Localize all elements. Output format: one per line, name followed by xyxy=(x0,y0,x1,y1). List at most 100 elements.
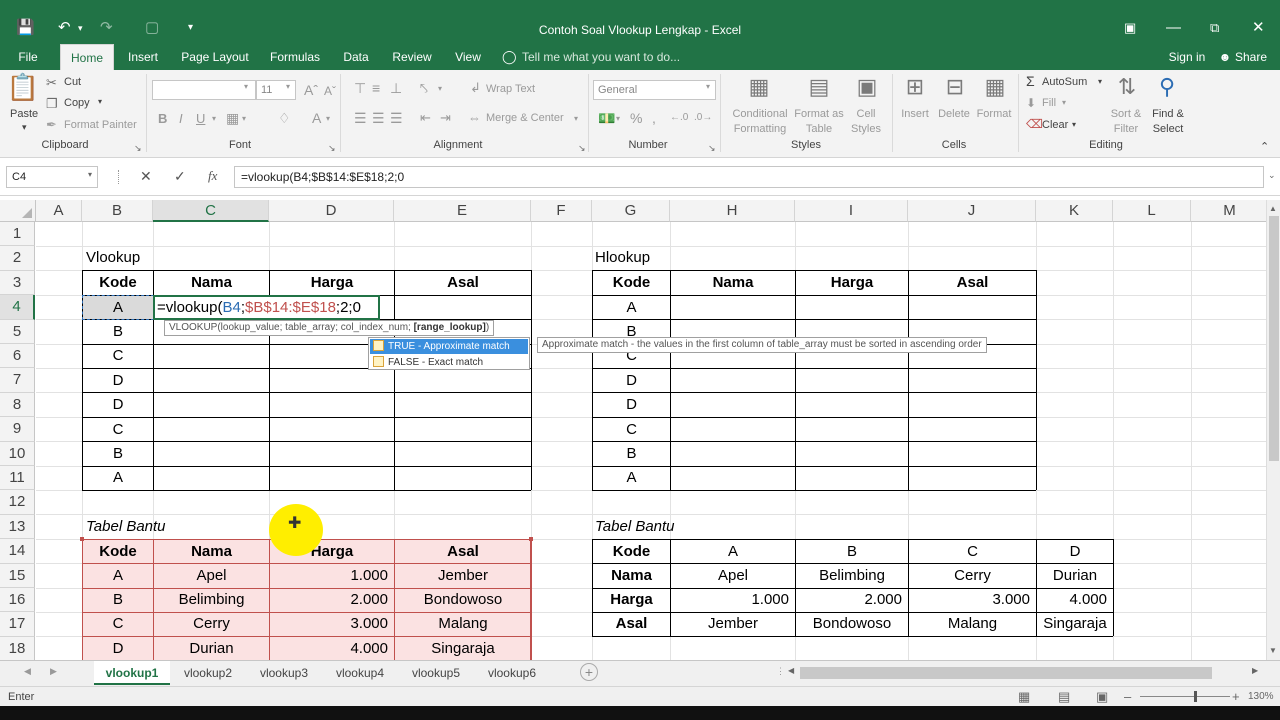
tabel-bantu-v-cell[interactable]: Singaraja xyxy=(395,637,531,660)
delete-cells-icon[interactable]: ⊟ xyxy=(938,74,972,100)
row-header[interactable]: 5 xyxy=(0,319,35,344)
column-header-b[interactable]: B xyxy=(82,200,153,222)
tabel-bantu-v-cell[interactable]: Jember xyxy=(395,564,531,588)
cell-styles-label-2[interactable]: Styles xyxy=(846,123,886,135)
hscroll-split-icon[interactable]: ⋮ xyxy=(776,666,785,677)
cut-icon[interactable]: ✂ xyxy=(46,75,57,91)
vlookup-code-cell[interactable]: C xyxy=(83,418,153,442)
row-header[interactable]: 14 xyxy=(0,539,35,564)
vlookup-code-cell[interactable]: B xyxy=(83,320,153,344)
copy-icon[interactable]: ❐ xyxy=(46,96,58,112)
conditional-formatting-icon[interactable]: ▦ xyxy=(742,74,776,100)
column-header-a[interactable]: A xyxy=(36,200,82,222)
tabel-bantu-v-cell[interactable]: B xyxy=(83,588,153,612)
row-header[interactable]: 8 xyxy=(0,392,35,418)
format-painter-button[interactable]: Format Painter xyxy=(64,119,137,131)
sheet-tab-vlookup4[interactable]: vlookup4 xyxy=(322,661,398,685)
share-button[interactable]: Share xyxy=(1234,44,1268,70)
row-header[interactable]: 13 xyxy=(0,514,35,540)
tabel-bantu-h-cell[interactable]: Malang xyxy=(909,612,1036,636)
fill-dropdown-icon[interactable]: ▾ xyxy=(1062,98,1066,107)
decrease-decimal-icon[interactable]: .0→ xyxy=(694,112,712,123)
increase-decimal-icon[interactable]: ←.0 xyxy=(670,112,688,123)
clear-icon[interactable]: ⌫ xyxy=(1026,117,1043,131)
cut-button[interactable]: Cut xyxy=(64,76,81,88)
format-as-table-label-1[interactable]: Format as xyxy=(792,108,846,120)
find-select-label-1[interactable]: Find & xyxy=(1146,108,1190,120)
zoom-slider-thumb[interactable] xyxy=(1194,691,1197,702)
align-left-icon[interactable]: ☰ xyxy=(354,110,367,127)
autosum-button[interactable]: AutoSum xyxy=(1042,76,1087,88)
minimize-icon[interactable]: — xyxy=(1166,18,1181,38)
tabel-bantu-v-cell[interactable]: 1.000 xyxy=(270,564,394,588)
find-select-label-2[interactable]: Select xyxy=(1146,123,1190,135)
tabel-bantu-h-cell[interactable]: 2.000 xyxy=(796,588,908,612)
hlookup-code-cell[interactable]: A xyxy=(593,296,670,320)
insert-cells-icon[interactable]: ⊞ xyxy=(898,74,932,100)
fill-button[interactable]: Fill xyxy=(1042,97,1056,109)
copy-button[interactable]: Copy xyxy=(64,97,90,109)
sheet-tab-vlookup2[interactable]: vlookup2 xyxy=(170,661,246,685)
clipboard-launcher-icon[interactable]: ↘ xyxy=(134,140,142,156)
font-launcher-icon[interactable]: ↘ xyxy=(328,140,336,156)
scroll-left-icon[interactable]: ◀ xyxy=(788,666,794,675)
conditional-formatting-label-1[interactable]: Conditional xyxy=(730,108,790,120)
tab-file[interactable]: File xyxy=(8,44,48,70)
vlookup-code-cell[interactable]: A xyxy=(83,296,153,320)
row-header[interactable]: 10 xyxy=(0,441,35,466)
tab-insert[interactable]: Insert xyxy=(122,44,164,70)
vlookup-code-cell[interactable]: D xyxy=(83,393,153,417)
column-header-l[interactable]: L xyxy=(1113,200,1191,222)
tabel-bantu-v-cell[interactable]: 3.000 xyxy=(270,612,394,636)
orientation-dropdown-icon[interactable]: ▾ xyxy=(438,84,442,93)
tabel-bantu-h-cell[interactable]: C xyxy=(909,540,1036,564)
font-color-icon[interactable]: A xyxy=(312,110,321,126)
number-format-combo[interactable]: General xyxy=(593,80,716,100)
number-launcher-icon[interactable]: ↘ xyxy=(708,140,716,156)
align-top-icon[interactable]: ⊤ xyxy=(354,80,366,97)
merge-center-icon[interactable]: ⇔ xyxy=(468,110,481,125)
column-header-f[interactable]: F xyxy=(531,200,592,222)
worksheet-grid[interactable]: A B C D E F G H I J K L M 1 2 3 4 5 6 7 … xyxy=(0,200,1280,660)
sheet-tab-vlookup5[interactable]: vlookup5 xyxy=(398,661,474,685)
scroll-thumb[interactable] xyxy=(1269,216,1279,461)
row-header[interactable]: 7 xyxy=(0,368,35,393)
insert-cells-button[interactable]: Insert xyxy=(896,108,934,120)
tabel-bantu-h-cell[interactable]: Cerry xyxy=(909,564,1036,588)
percent-style-icon[interactable]: % xyxy=(630,110,642,126)
close-icon[interactable]: ✕ xyxy=(1252,18,1265,38)
sign-in-link[interactable]: Sign in xyxy=(1162,44,1212,70)
bold-icon[interactable]: B xyxy=(158,111,167,126)
tabel-bantu-h-cell[interactable]: 3.000 xyxy=(909,588,1036,612)
enter-icon[interactable]: ✓ xyxy=(174,168,186,185)
format-as-table-icon[interactable]: ▤ xyxy=(802,74,836,100)
tabel-bantu-v-cell[interactable]: Durian xyxy=(154,637,269,660)
wrap-text-icon[interactable]: ↲ xyxy=(470,80,481,96)
expand-formula-icon[interactable]: ⌄ xyxy=(1268,170,1276,181)
column-header-e[interactable]: E xyxy=(394,200,531,222)
name-box[interactable]: C4 xyxy=(6,166,98,188)
tabel-bantu-v-cell[interactable]: C xyxy=(83,612,153,636)
scroll-right-icon[interactable]: ▶ xyxy=(1252,666,1258,675)
tabel-bantu-h-cell[interactable]: 1.000 xyxy=(671,588,795,612)
format-as-table-label-2[interactable]: Table xyxy=(792,123,846,135)
cell-styles-icon[interactable]: ▣ xyxy=(850,74,884,100)
tabel-bantu-h-cell[interactable]: Belimbing xyxy=(796,564,908,588)
tab-home[interactable]: Home xyxy=(60,44,114,70)
format-cells-button[interactable]: Format xyxy=(974,108,1014,120)
sort-filter-icon[interactable]: ⇅ xyxy=(1110,74,1144,100)
column-header-d[interactable]: D xyxy=(269,200,394,222)
zoom-level[interactable]: 130% xyxy=(1248,687,1274,707)
formula-input[interactable]: =vlookup(B4;$B$14:$E$18;2;0 xyxy=(234,166,1264,188)
vertical-scrollbar[interactable]: ▲ ▼ xyxy=(1266,200,1280,660)
alignment-launcher-icon[interactable]: ↘ xyxy=(578,140,586,156)
grow-font-icon[interactable]: Aˆ xyxy=(304,82,318,98)
paste-button[interactable]: Paste xyxy=(10,108,38,120)
row-header[interactable]: 17 xyxy=(0,612,35,637)
merge-center-button[interactable]: Merge & Center xyxy=(486,112,564,124)
accounting-format-icon[interactable]: 💵 xyxy=(598,110,615,127)
column-header-i[interactable]: I xyxy=(795,200,908,222)
find-select-icon[interactable]: ⚲ xyxy=(1150,74,1184,100)
clear-button[interactable]: Clear xyxy=(1042,119,1068,131)
borders-dropdown-icon[interactable]: ▾ xyxy=(242,114,246,123)
